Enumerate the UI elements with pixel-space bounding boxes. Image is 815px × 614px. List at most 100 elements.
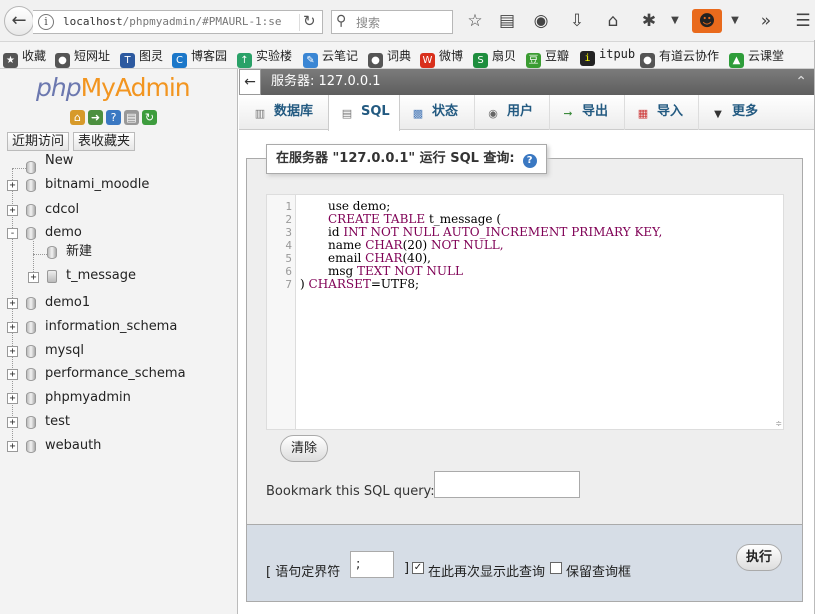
- overflow-icon[interactable]: »: [755, 11, 777, 31]
- show-again-checkbox[interactable]: ✓: [412, 562, 424, 574]
- bookmark-item[interactable]: ● 有道云协作: [640, 47, 719, 68]
- line-number: 7: [285, 278, 292, 291]
- main-panel: ← 服务器: 127.0.0.1 ⌃ ▥ 数据库 ▤ SQL ▩ 状态 ◉ 用户 ➞ 导出…: [239, 69, 815, 614]
- tree-item-database[interactable]: demo: [45, 223, 82, 243]
- bookmark-item[interactable]: ★ 收藏: [3, 47, 46, 68]
- bookmark-item[interactable]: ● 词典: [368, 47, 411, 68]
- delimiter-label: [ 语句定界符: [266, 565, 341, 580]
- tree-item-database[interactable]: information_schema: [45, 317, 177, 337]
- phpmyadmin-logo[interactable]: phpMyAdmin: [36, 73, 191, 102]
- server-title[interactable]: 服务器: 127.0.0.1: [271, 69, 381, 95]
- tree-item-database[interactable]: webauth: [45, 436, 101, 456]
- site-info-icon[interactable]: i: [38, 14, 54, 30]
- tab-export[interactable]: ➞ 导出: [550, 95, 625, 130]
- tree-item-table[interactable]: t_message: [66, 266, 136, 286]
- favorite-tables-button[interactable]: 表收藏夹: [73, 132, 136, 151]
- download-icon[interactable]: ⇩: [566, 11, 588, 31]
- reload-icon[interactable]: ↻: [303, 12, 316, 30]
- bookmark-item[interactable]: ● 短网址: [55, 47, 110, 68]
- expand-icon[interactable]: +: [28, 272, 39, 283]
- tab-sql[interactable]: ▤ SQL: [328, 95, 400, 131]
- tree-item-database[interactable]: mysql: [45, 341, 84, 361]
- collapse-nav-icon[interactable]: ←: [239, 69, 261, 95]
- tree-item-database[interactable]: demo1: [45, 293, 90, 313]
- line-number: 5: [285, 252, 292, 265]
- home-icon[interactable]: ⌂: [70, 110, 85, 125]
- database-icon: [26, 440, 36, 453]
- sql-query-form: 在服务器 "127.0.0.1" 运行 SQL 查询:? 1 2 3 4 5 6…: [246, 144, 803, 602]
- logout-icon[interactable]: ➜: [88, 110, 103, 125]
- bookmark-item[interactable]: 豆豆瓣: [526, 47, 569, 68]
- bookmark-input[interactable]: [434, 471, 580, 498]
- tab-status[interactable]: ▩ 状态: [400, 95, 475, 130]
- greasemonkey-icon[interactable]: ☻: [692, 9, 722, 33]
- bookmark-item[interactable]: i itpub: [580, 47, 635, 66]
- go-button[interactable]: 执行: [736, 544, 783, 571]
- bookmark-item[interactable]: ✎ 云笔记: [303, 47, 358, 68]
- docs-icon[interactable]: ▤: [124, 110, 139, 125]
- bug-icon[interactable]: ✱: [638, 11, 660, 31]
- tab-more[interactable]: ▼ 更多: [699, 95, 779, 130]
- tab-users[interactable]: ◉ 用户: [475, 95, 550, 130]
- tree-item-new-table[interactable]: 新建: [66, 242, 92, 262]
- help-icon[interactable]: ?: [106, 110, 121, 125]
- expand-icon[interactable]: +: [7, 298, 18, 309]
- bookmark-item[interactable]: ↑ 实验楼: [237, 47, 292, 68]
- bookmark-star-icon[interactable]: ☆: [464, 11, 486, 31]
- pocket-icon[interactable]: ◉: [530, 11, 552, 31]
- reload-nav-icon[interactable]: ↻: [142, 110, 157, 125]
- collapse-icon[interactable]: -: [7, 228, 18, 239]
- chevron-up-icon[interactable]: ⌃: [795, 69, 807, 95]
- delimiter-input[interactable]: ;: [350, 551, 394, 578]
- tab-databases[interactable]: ▥ 数据库: [239, 95, 329, 130]
- expand-icon[interactable]: +: [7, 417, 18, 428]
- tree-item-database[interactable]: performance_schema: [45, 364, 186, 384]
- expand-icon[interactable]: +: [7, 205, 18, 216]
- recent-tables-button[interactable]: 近期访问: [7, 132, 70, 151]
- tree-item-database[interactable]: test: [45, 412, 70, 432]
- tree-item-database[interactable]: bitnami_moodle: [45, 175, 149, 195]
- bookmark-item[interactable]: ▲ 云课堂: [729, 47, 784, 68]
- reading-list-icon[interactable]: ▤: [496, 11, 518, 31]
- search-bar[interactable]: ⚲ 搜索: [331, 10, 453, 34]
- url-bar[interactable]: i localhost/phpmyadmin/#PMAURL-1:se ↻: [33, 10, 323, 34]
- url-text: localhost/phpmyadmin/#PMAURL-1:se: [63, 15, 282, 28]
- chevron-down-icon[interactable]: ▼: [724, 11, 746, 31]
- expand-icon[interactable]: +: [7, 322, 18, 333]
- expand-icon[interactable]: +: [7, 180, 18, 191]
- bookmark-item[interactable]: W 微博: [420, 47, 463, 68]
- tree-item-database[interactable]: cdcol: [45, 200, 79, 220]
- line-number: 4: [285, 239, 292, 252]
- back-button[interactable]: ←: [4, 6, 34, 36]
- new-database-icon: [26, 161, 36, 174]
- database-icon: ▥: [254, 107, 266, 120]
- globe-icon: ●: [55, 53, 70, 68]
- bookmark-item[interactable]: C 博客园: [172, 47, 227, 68]
- expand-icon[interactable]: +: [7, 441, 18, 452]
- home-icon[interactable]: ⌂: [602, 11, 624, 31]
- menu-icon[interactable]: ☰: [792, 11, 814, 31]
- tree-item-new[interactable]: New: [45, 151, 73, 171]
- douban-icon: 豆: [526, 53, 541, 68]
- keep-query-box-checkbox[interactable]: [550, 562, 562, 574]
- bookmark-item[interactable]: T 图灵: [120, 47, 163, 68]
- sql-editor[interactable]: 1 2 3 4 5 6 7 use demo; CREATE TABLE t_m…: [266, 194, 784, 430]
- help-icon[interactable]: ?: [522, 154, 537, 168]
- tree-line: [33, 241, 34, 276]
- clear-button[interactable]: 清除: [280, 435, 329, 462]
- expand-icon[interactable]: +: [7, 393, 18, 404]
- tree-item-database[interactable]: phpmyadmin: [45, 388, 131, 408]
- bookmark-item[interactable]: S 扇贝: [473, 47, 516, 68]
- tab-import[interactable]: ▦ 导入: [625, 95, 699, 130]
- line-number: 2: [285, 213, 292, 226]
- chevron-down-icon[interactable]: ▼: [664, 11, 686, 31]
- server-breadcrumb-bar: ← 服务器: 127.0.0.1 ⌃: [239, 69, 815, 95]
- expand-icon[interactable]: +: [7, 369, 18, 380]
- show-again-label: 在此再次显示此查询: [428, 565, 546, 580]
- tree-line: [33, 254, 47, 255]
- expand-icon[interactable]: +: [7, 346, 18, 357]
- keep-query-box-label: 保留查询框: [566, 565, 632, 580]
- resize-handle-icon[interactable]: ≑: [775, 419, 782, 428]
- weibo-icon: W: [420, 53, 435, 68]
- bookmark-folder-icon: ★: [3, 53, 18, 68]
